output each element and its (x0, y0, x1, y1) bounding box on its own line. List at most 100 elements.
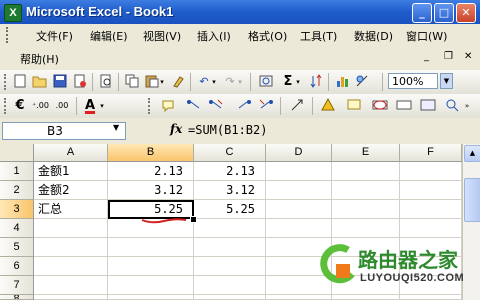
zoom-box[interactable]: 100% (388, 73, 438, 89)
mdi-close-icon[interactable]: ✕ (464, 51, 472, 62)
menu-view[interactable]: 视图(V) (143, 28, 181, 44)
empty-cell[interactable] (108, 238, 194, 257)
cell-b2[interactable]: 3.12 (108, 181, 194, 200)
copy-icon[interactable] (124, 74, 140, 90)
save-icon[interactable] (52, 74, 68, 90)
menu-tools[interactable]: 工具(T) (300, 28, 337, 44)
mdi-minimize-icon[interactable]: _ (424, 51, 429, 62)
name-box-dropdown-icon[interactable]: ▼ (113, 123, 119, 132)
chart-wizard-icon[interactable] (334, 74, 350, 90)
row-header-4[interactable]: 4 (0, 219, 34, 238)
clear-circles-icon[interactable] (396, 98, 412, 114)
autosum-dropdown-icon[interactable]: ▾ (294, 74, 302, 90)
empty-cell[interactable] (400, 181, 462, 200)
column-header-d[interactable]: D (266, 144, 332, 162)
cell-a2[interactable]: 金额2 (34, 181, 108, 200)
empty-cell[interactable] (266, 181, 332, 200)
row-header-6[interactable]: 6 (0, 257, 34, 276)
cell-c1[interactable]: 2.13 (194, 162, 266, 181)
column-header-f[interactable]: F (400, 144, 462, 162)
trace-error-icon[interactable] (320, 97, 336, 114)
empty-cell[interactable] (34, 219, 108, 238)
restore-button[interactable]: □ (434, 3, 454, 23)
toolbar-grip[interactable] (4, 74, 9, 90)
empty-cell[interactable] (34, 257, 108, 276)
empty-cell[interactable] (34, 238, 108, 257)
sort-icon[interactable] (308, 74, 324, 90)
row-header-7[interactable]: 7 (0, 276, 34, 295)
excel-app-icon[interactable]: X (4, 4, 22, 22)
empty-cell[interactable] (108, 257, 194, 276)
empty-cell[interactable] (266, 200, 332, 219)
redo-dropdown-icon[interactable]: ▾ (236, 74, 244, 90)
fill-handle[interactable] (190, 216, 197, 223)
menu-insert[interactable]: 插入(I) (197, 28, 231, 44)
open-folder-icon[interactable] (32, 74, 48, 90)
empty-cell[interactable] (108, 276, 194, 295)
print-preview-icon[interactable] (98, 74, 114, 90)
empty-cell[interactable] (332, 181, 400, 200)
mdi-restore-icon[interactable]: ❐ (444, 51, 453, 62)
cell-c2[interactable]: 3.12 (194, 181, 266, 200)
new-comment-icon[interactable] (346, 98, 362, 114)
insert-function-icon[interactable]: fx (170, 122, 182, 136)
menu-file[interactable]: 文件(F) (36, 28, 73, 44)
row-header-1[interactable]: 1 (0, 162, 34, 181)
menu-window[interactable]: 窗口(W) (406, 28, 447, 44)
drawing-icon[interactable] (354, 74, 370, 90)
column-header-c[interactable]: C (194, 144, 266, 162)
remove-arrows-icon[interactable] (290, 98, 306, 114)
cell-b1[interactable]: 2.13 (108, 162, 194, 181)
undo-dropdown-icon[interactable]: ▾ (210, 74, 218, 90)
cell-c3[interactable]: 5.25 (194, 200, 266, 219)
minimize-button[interactable]: _ (412, 3, 432, 23)
empty-cell[interactable] (400, 162, 462, 181)
formula-input[interactable]: =SUM(B1:B2) (188, 123, 267, 137)
empty-cell[interactable] (194, 238, 266, 257)
circle-invalid-icon[interactable] (372, 98, 388, 114)
research-icon[interactable] (258, 74, 274, 90)
zoom-dropdown-icon[interactable]: ▼ (440, 73, 453, 89)
decrease-decimal-icon[interactable]: .00 (54, 98, 70, 114)
new-document-icon[interactable] (12, 74, 28, 90)
show-watch-icon[interactable] (420, 98, 436, 114)
toolbar-grip[interactable] (4, 98, 9, 114)
row-header-8[interactable]: 8 (0, 295, 34, 300)
toolbar-grip-2[interactable] (148, 98, 153, 114)
empty-cell[interactable] (108, 295, 194, 300)
menu-format[interactable]: 格式(O) (248, 28, 287, 44)
scroll-up-icon[interactable]: ▲ (464, 145, 480, 162)
euro-icon[interactable]: € (12, 98, 28, 114)
remove-dependent-icon[interactable] (258, 98, 274, 114)
scroll-thumb[interactable] (464, 178, 480, 222)
column-header-e[interactable]: E (332, 144, 400, 162)
empty-cell[interactable] (194, 219, 266, 238)
select-all-corner[interactable] (0, 144, 34, 162)
empty-cell[interactable] (194, 257, 266, 276)
empty-cell[interactable] (194, 276, 266, 295)
menu-edit[interactable]: 编辑(E) (90, 28, 128, 44)
close-button[interactable]: ✕ (456, 3, 476, 23)
format-painter-icon[interactable] (170, 74, 186, 90)
empty-cell[interactable] (332, 162, 400, 181)
paste-dropdown-icon[interactable]: ▾ (158, 74, 166, 90)
remove-precedent-icon[interactable] (208, 98, 224, 114)
column-header-a[interactable]: A (34, 144, 108, 162)
empty-cell[interactable] (266, 162, 332, 181)
increase-decimal-icon[interactable]: ⁺.00 (32, 98, 49, 114)
row-header-3[interactable]: 3 (0, 200, 34, 219)
trace-precedents-icon[interactable] (186, 98, 202, 114)
menu-grip[interactable] (6, 27, 12, 43)
trace-dependents-icon[interactable] (236, 98, 252, 114)
name-box[interactable]: B3 (2, 122, 126, 140)
comment-icon[interactable] (160, 98, 176, 114)
empty-cell[interactable] (34, 276, 108, 295)
empty-cell[interactable] (332, 200, 400, 219)
row-header-2[interactable]: 2 (0, 181, 34, 200)
menu-data[interactable]: 数据(D) (354, 28, 393, 44)
cell-a3[interactable]: 汇总 (34, 200, 108, 219)
cell-a1[interactable]: 金额1 (34, 162, 108, 181)
empty-cell[interactable] (194, 295, 266, 300)
permission-icon[interactable] (72, 74, 88, 90)
font-color-dropdown-icon[interactable]: ▾ (98, 98, 106, 114)
